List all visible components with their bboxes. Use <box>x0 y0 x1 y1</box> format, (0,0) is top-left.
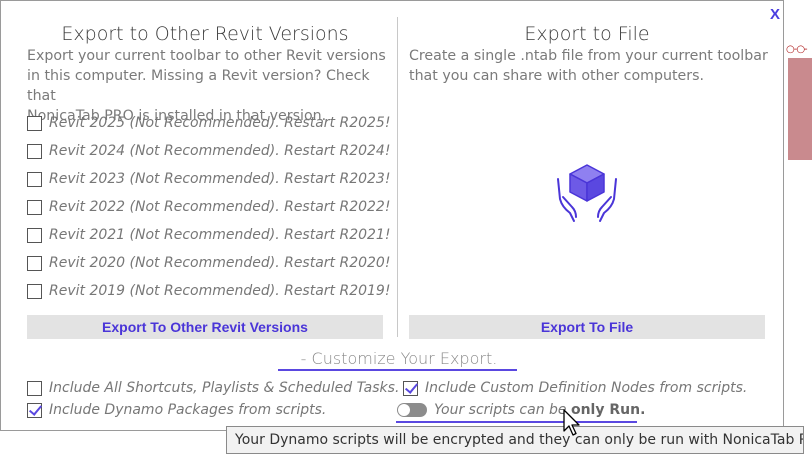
mouse-pointer-icon <box>563 409 580 436</box>
tooltip: Your Dynamo scripts will be encrypted an… <box>226 426 804 454</box>
option-label: Include Custom Definition Nodes from scr… <box>425 380 748 396</box>
option-label: Include Dynamo Packages from scripts. <box>49 402 327 418</box>
export-file-title: Export to File <box>524 23 650 45</box>
checkbox-include-dynamo-packages[interactable] <box>27 402 42 418</box>
export-dialog: X Export to Other Revit Versions Export … <box>0 0 784 431</box>
version-label: Revit 2024 (Not Recommended). Restart R2… <box>49 143 391 159</box>
version-row-2020[interactable]: Revit 2020 (Not Recommended). Restart R2… <box>27 253 390 273</box>
customize-heading: - Customize Your Export. <box>300 349 498 368</box>
description-line: in this computer. Missing a Revit versio… <box>27 68 370 104</box>
hands-holding-box-icon <box>557 164 617 222</box>
version-row-2021[interactable]: Revit 2021 (Not Recommended). Restart R2… <box>27 225 390 245</box>
toggle-label: Your scripts can be only Run. <box>434 402 645 418</box>
description-line: Export your current toolbar to other Rev… <box>27 48 386 64</box>
checkbox-r2021[interactable] <box>27 227 42 243</box>
background-chain-decoration: ○-○- <box>786 44 808 55</box>
scripts-run-only-toggle-row[interactable]: Your scripts can be only Run. <box>397 400 645 420</box>
version-row-2024[interactable]: Revit 2024 (Not Recommended). Restart R2… <box>27 141 390 161</box>
checkbox-include-custom-nodes[interactable] <box>403 380 418 396</box>
version-label: Revit 2021 (Not Recommended). Restart R2… <box>49 227 391 243</box>
description-line: Create a single .ntab file from your cur… <box>409 48 768 64</box>
checkbox-r2025[interactable] <box>27 115 42 131</box>
export-to-file-button[interactable]: Export To File <box>409 315 765 339</box>
toggle-label-prefix: Your scripts can be <box>434 402 571 418</box>
version-label: Revit 2023 (Not Recommended). Restart R2… <box>49 171 391 187</box>
toggle-underline <box>396 421 637 423</box>
checkbox-include-shortcuts[interactable] <box>27 380 42 396</box>
version-row-2025[interactable]: Revit 2025 (Not Recommended). Restart R2… <box>27 113 390 133</box>
customize-underline <box>278 369 517 371</box>
version-label: Revit 2022 (Not Recommended). Restart R2… <box>49 199 391 215</box>
checkbox-r2019[interactable] <box>27 283 42 299</box>
checkbox-r2024[interactable] <box>27 143 42 159</box>
version-label: Revit 2025 (Not Recommended). Restart R2… <box>49 115 391 131</box>
version-row-2019[interactable]: Revit 2019 (Not Recommended). Restart R2… <box>27 281 390 301</box>
option-label: Include All Shortcuts, Playlists & Sched… <box>49 380 400 396</box>
toggle-label-strong: only Run. <box>570 402 646 418</box>
option-include-shortcuts[interactable]: Include All Shortcuts, Playlists & Sched… <box>27 378 399 398</box>
version-row-2022[interactable]: Revit 2022 (Not Recommended). Restart R2… <box>27 197 390 217</box>
version-label: Revit 2020 (Not Recommended). Restart R2… <box>49 255 391 271</box>
option-include-dynamo-packages[interactable]: Include Dynamo Packages from scripts. <box>27 400 326 420</box>
version-row-2023[interactable]: Revit 2023 (Not Recommended). Restart R2… <box>27 169 390 189</box>
close-button[interactable]: X <box>770 6 780 23</box>
run-only-toggle[interactable] <box>397 403 427 417</box>
export-file-description: Create a single .ntab file from your cur… <box>409 46 779 86</box>
description-line: that you can share with other computers. <box>409 68 704 84</box>
export-versions-title: Export to Other Revit Versions <box>61 23 349 45</box>
export-to-versions-button[interactable]: Export To Other Revit Versions <box>27 315 383 339</box>
background-panel <box>788 58 812 160</box>
checkbox-r2020[interactable] <box>27 255 42 271</box>
checkbox-r2022[interactable] <box>27 199 42 215</box>
checkbox-r2023[interactable] <box>27 171 42 187</box>
option-include-custom-nodes[interactable]: Include Custom Definition Nodes from scr… <box>403 378 747 398</box>
column-divider <box>397 17 398 337</box>
version-label: Revit 2019 (Not Recommended). Restart R2… <box>49 283 391 299</box>
